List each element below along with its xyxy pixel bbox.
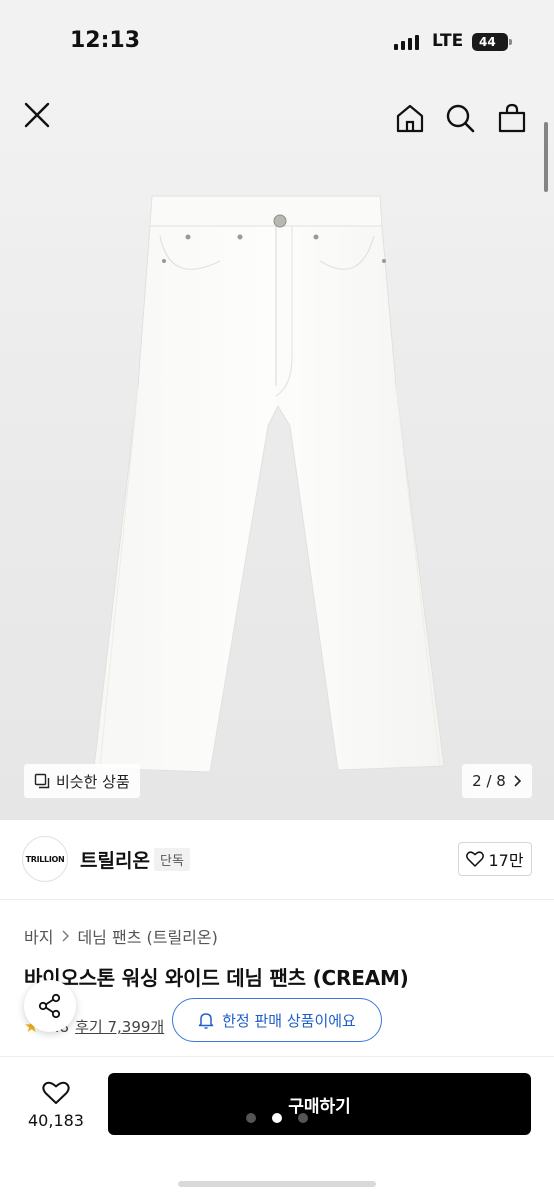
buy-button[interactable]: 구매하기 (108, 1073, 531, 1135)
copy-icon (34, 773, 50, 789)
chevron-right-icon (514, 775, 521, 787)
similar-products-label: 비슷한 상품 (56, 772, 130, 791)
brand-logo-text: TRILLION (25, 854, 65, 864)
brand-like-button[interactable]: 17만 (458, 842, 532, 876)
brand-like-count: 17만 (488, 851, 524, 870)
exclusive-badge: 단독 (154, 848, 190, 871)
share-button[interactable] (24, 980, 76, 1032)
top-navigation (0, 86, 554, 192)
bell-icon (198, 1013, 214, 1029)
breadcrumb-category[interactable]: 바지 (24, 924, 53, 948)
limited-sale-tooltip: 한정 판매 상품이에요 (172, 998, 382, 1042)
pager-dot-active (272, 1113, 282, 1123)
battery-level: 44 (479, 35, 496, 49)
review-link[interactable]: 후기 7,399개 (75, 1016, 164, 1037)
pager-dots (246, 1113, 308, 1123)
wishlist-button[interactable]: 40,183 (20, 1075, 92, 1135)
similar-products-button[interactable]: 비슷한 상품 (24, 764, 140, 798)
bottom-action-bar: 40,183 구매하기 (0, 1056, 554, 1200)
heart-icon (42, 1081, 70, 1104)
status-time: 12:13 (70, 28, 141, 53)
brand-row: TRILLION 트릴리온 단독 17만 (0, 820, 554, 900)
share-icon (38, 993, 61, 1019)
brand-name[interactable]: 트릴리온 (80, 846, 150, 873)
signal-icon (394, 34, 419, 50)
product-image-pants (93, 195, 445, 773)
status-bar: 12:13 LTE 44 (0, 0, 554, 86)
brand-logo[interactable]: TRILLION (22, 836, 68, 882)
search-icon[interactable] (444, 102, 476, 134)
product-title: 바이오스톤 워싱 와이드 데님 팬츠 (CREAM) (24, 966, 409, 990)
scroll-indicator (544, 122, 548, 192)
shopping-bag-icon[interactable] (496, 102, 528, 134)
page-count-text: 2 / 8 (472, 772, 506, 790)
limited-sale-text: 한정 판매 상품이에요 (222, 1011, 356, 1030)
image-page-indicator[interactable]: 2 / 8 (462, 764, 532, 798)
heart-icon (466, 851, 485, 867)
wishlist-count: 40,183 (28, 1110, 84, 1130)
pager-dot (298, 1113, 308, 1123)
pager-dot (246, 1113, 256, 1123)
breadcrumb-subcategory[interactable]: 데님 팬츠 (트릴리온) (77, 924, 217, 948)
breadcrumb: 바지 데님 팬츠 (트릴리온) (24, 924, 218, 948)
close-icon[interactable] (22, 100, 52, 130)
chevron-right-icon (62, 930, 70, 942)
home-indicator (178, 1181, 376, 1187)
battery-icon: 44 (472, 33, 512, 51)
product-image-gallery[interactable]: 비슷한 상품 2 / 8 (0, 86, 554, 820)
network-type: LTE (432, 31, 464, 51)
home-icon[interactable] (394, 102, 426, 134)
